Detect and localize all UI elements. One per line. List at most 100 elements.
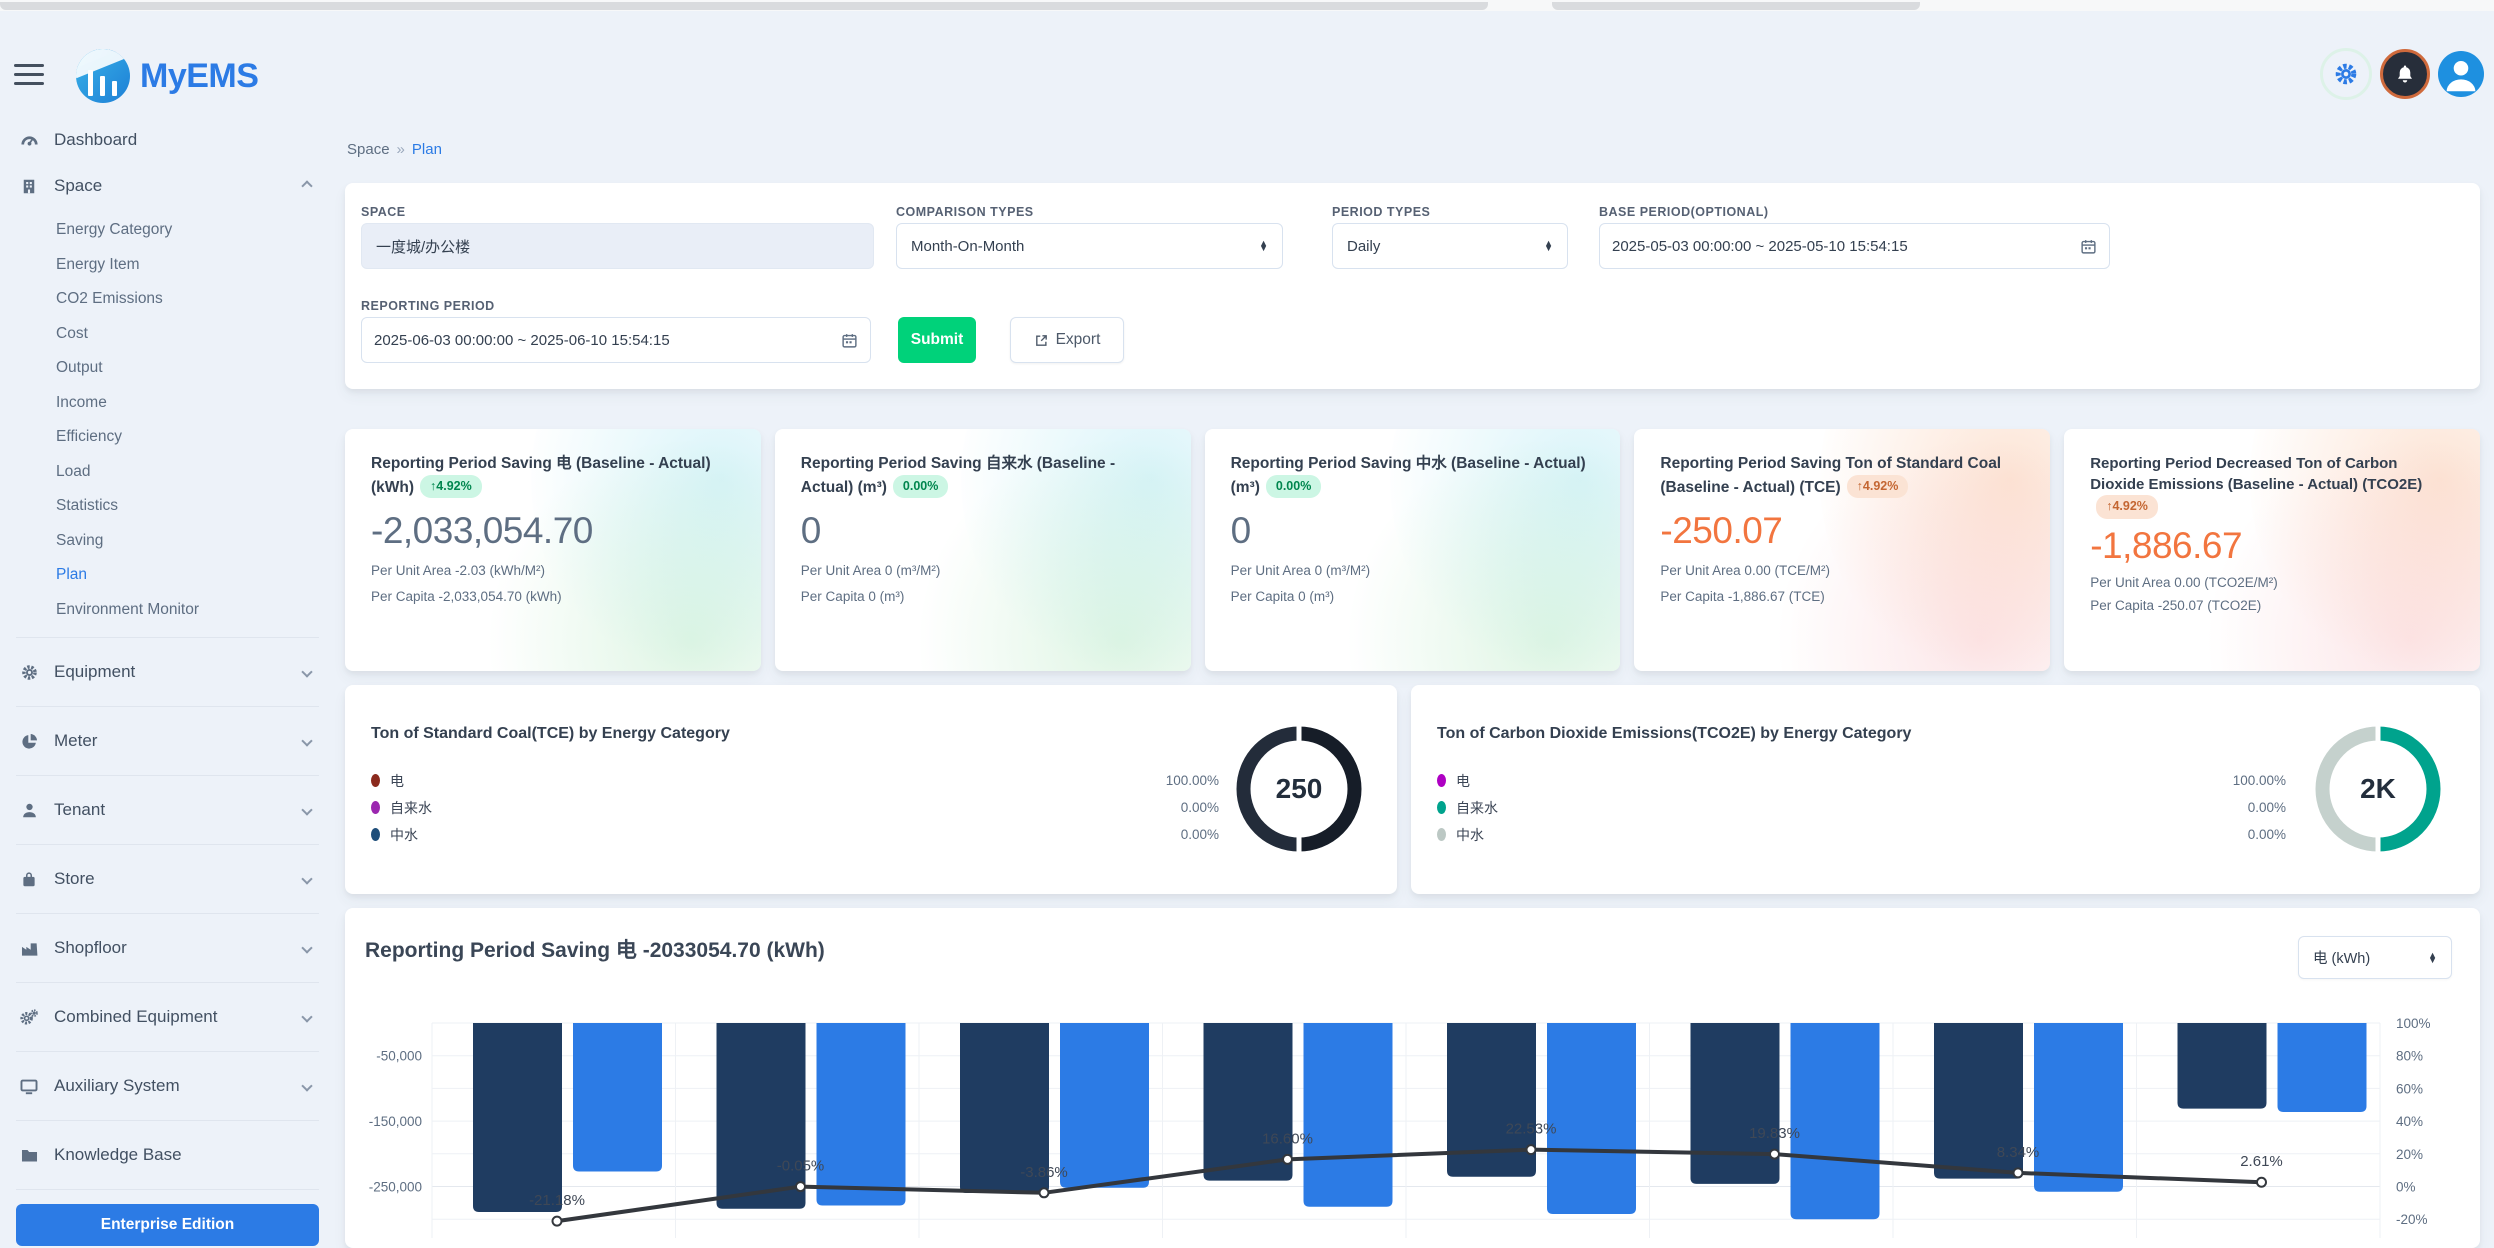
line-point-label: 22.53% bbox=[1506, 1121, 1557, 1138]
line-point-label: 16.60% bbox=[1262, 1130, 1313, 1147]
breadcrumb-page: Plan bbox=[412, 141, 442, 158]
legend-label[interactable]: 电 bbox=[1456, 771, 1470, 791]
bag-icon bbox=[16, 870, 42, 889]
chart-energy-select-value: 电 (kWh) bbox=[2313, 947, 2370, 968]
reporting-period-label: REPORTING PERIOD bbox=[361, 299, 495, 313]
chevron-down-icon bbox=[301, 873, 312, 884]
user-avatar[interactable] bbox=[2438, 51, 2484, 97]
comparison-types-select[interactable]: Month-On-Month ▲▼ bbox=[896, 223, 1283, 269]
tce-donut-chart[interactable]: 250 bbox=[1233, 723, 1365, 855]
line-point-label: 19.83% bbox=[1749, 1125, 1800, 1142]
sidebar-item-income[interactable]: Income bbox=[16, 386, 319, 421]
settings-button[interactable] bbox=[2320, 48, 2372, 100]
legend-label[interactable]: 中水 bbox=[1456, 825, 1484, 845]
kpi-per-unit-area: Per Unit Area 0.00 (TCE/M²) bbox=[1660, 563, 2024, 578]
kpi-per-unit-area: Per Unit Area -2.03 (kWh/M²) bbox=[371, 563, 735, 578]
kpi-card-reclaimed-water-saving: Reporting Period Saving 中水 (Baseline - A… bbox=[1205, 429, 1621, 671]
space-input[interactable] bbox=[361, 223, 874, 269]
bar-actual-5 bbox=[1791, 1023, 1880, 1219]
gear-icon bbox=[2333, 61, 2359, 87]
breadcrumb: Space»Plan bbox=[347, 141, 2480, 158]
kpi-per-unit-area: Per Unit Area 0 (m³/M²) bbox=[1231, 563, 1595, 578]
sidebar-item-energy-item[interactable]: Energy Item bbox=[16, 248, 319, 283]
legend-label[interactable]: 中水 bbox=[390, 825, 418, 845]
bar-actual-2 bbox=[1060, 1023, 1149, 1188]
enterprise-edition-button[interactable]: Enterprise Edition bbox=[16, 1204, 319, 1246]
kpi-badge: ↑4.92% bbox=[2096, 495, 2158, 519]
browser-tab-shape bbox=[1552, 2, 1920, 10]
reporting-period-input[interactable]: 2025-06-03 00:00:00 ~ 2025-06-10 15:54:1… bbox=[361, 317, 871, 363]
legend-percent: 0.00% bbox=[1089, 794, 1219, 821]
sidebar-item-label: Space bbox=[54, 176, 303, 196]
gauge-icon bbox=[16, 131, 42, 150]
sidebar-item-load[interactable]: Load bbox=[16, 455, 319, 490]
tco2e-donut-chart[interactable]: 2K bbox=[2312, 723, 2444, 855]
donut-center-value: 250 bbox=[1233, 723, 1365, 855]
bar-actual-7 bbox=[2278, 1023, 2367, 1112]
left-axis-tick: -250,000 bbox=[369, 1180, 422, 1195]
donut-center-value: 2K bbox=[2312, 723, 2444, 855]
chevron-down-icon bbox=[301, 735, 312, 746]
period-types-select[interactable]: Daily ▲▼ bbox=[1332, 223, 1568, 269]
sidebar-item-auxiliary-system[interactable]: Auxiliary System bbox=[16, 1051, 319, 1120]
donut-percent-column: 100.00% 0.00% 0.00% bbox=[1089, 767, 1219, 848]
notifications-button[interactable] bbox=[2380, 49, 2430, 99]
legend-label[interactable]: 自来水 bbox=[390, 798, 432, 818]
bell-icon bbox=[2393, 62, 2417, 86]
sidebar-item-energy-category[interactable]: Energy Category bbox=[16, 213, 319, 248]
breadcrumb-section[interactable]: Space bbox=[347, 141, 390, 158]
chevron-up-icon bbox=[301, 180, 312, 191]
base-period-input[interactable]: 2025-05-03 00:00:00 ~ 2025-05-10 15:54:1… bbox=[1599, 223, 2110, 269]
legend-dot bbox=[1437, 828, 1446, 841]
kpi-per-capita: Per Capita -250.07 (TCO2E) bbox=[2090, 598, 2454, 613]
kpi-per-capita: Per Capita 0 (m³) bbox=[1231, 589, 1595, 604]
calendar-icon bbox=[2080, 238, 2097, 255]
sidebar-item-equipment[interactable]: Equipment bbox=[16, 637, 319, 706]
sidebar-item-saving[interactable]: Saving bbox=[16, 524, 319, 559]
sidebar-item-plan[interactable]: Plan bbox=[16, 558, 319, 593]
sidebar-item-co2-emissions[interactable]: CO2 Emissions bbox=[16, 282, 319, 317]
sidebar-item-environment-monitor[interactable]: Environment Monitor bbox=[16, 593, 319, 628]
select-arrows-icon: ▲▼ bbox=[2428, 953, 2437, 963]
saving-bar-line-chart[interactable]: 100%80%60%40%20%0%-20%-50,000-150,000-25… bbox=[345, 1008, 2480, 1238]
sidebar-item-tenant[interactable]: Tenant bbox=[16, 775, 319, 844]
kpi-per-capita: Per Capita 0 (m³) bbox=[801, 589, 1165, 604]
legend-label[interactable]: 自来水 bbox=[1456, 798, 1498, 818]
sidebar-item-efficiency[interactable]: Efficiency bbox=[16, 420, 319, 455]
kpi-card-tce-saving: Reporting Period Saving Ton of Standard … bbox=[1634, 429, 2050, 671]
select-arrows-icon: ▲▼ bbox=[1259, 241, 1268, 251]
right-axis-tick: 80% bbox=[2396, 1049, 2423, 1064]
kpi-title: Reporting Period Decreased Ton of Carbon… bbox=[2090, 455, 2422, 493]
comparison-types-label: COMPARISON TYPES bbox=[896, 205, 1034, 219]
legend-percent: 100.00% bbox=[1089, 767, 1219, 794]
sidebar-item-statistics[interactable]: Statistics bbox=[16, 489, 319, 524]
sidebar-item-label: Store bbox=[54, 869, 303, 889]
brand-logo[interactable]: MyEMS bbox=[76, 49, 258, 103]
sidebar-item-output[interactable]: Output bbox=[16, 351, 319, 386]
sidebar-item-dashboard[interactable]: Dashboard bbox=[16, 117, 319, 163]
sidebar-item-meter[interactable]: Meter bbox=[16, 706, 319, 775]
pie-icon bbox=[16, 732, 42, 751]
sidebar-item-store[interactable]: Store bbox=[16, 844, 319, 913]
sidebar-item-shopfloor[interactable]: Shopfloor bbox=[16, 913, 319, 982]
right-axis-tick: -20% bbox=[2396, 1212, 2428, 1227]
legend-label[interactable]: 电 bbox=[390, 771, 404, 791]
kpi-card-water-saving: Reporting Period Saving 自来水 (Baseline - … bbox=[775, 429, 1191, 671]
sidebar-item-space[interactable]: Space bbox=[16, 163, 319, 209]
sidebar-item-combined-equipment[interactable]: Combined Equipment bbox=[16, 982, 319, 1051]
person-icon bbox=[16, 801, 42, 820]
hamburger-menu-icon[interactable] bbox=[14, 64, 44, 88]
kpi-per-capita: Per Capita -2,033,054.70 (kWh) bbox=[371, 589, 735, 604]
reporting-period-value: 2025-06-03 00:00:00 ~ 2025-06-10 15:54:1… bbox=[374, 332, 670, 349]
sidebar-item-knowledge-base[interactable]: Knowledge Base bbox=[16, 1120, 319, 1189]
line-point-3 bbox=[1283, 1155, 1292, 1164]
chevron-down-icon bbox=[301, 1080, 312, 1091]
gears-icon bbox=[16, 1008, 42, 1027]
kpi-value: -1,886.67 bbox=[2090, 525, 2454, 567]
sidebar-item-cost[interactable]: Cost bbox=[16, 317, 319, 352]
submit-button[interactable]: Submit bbox=[898, 317, 976, 363]
chart-energy-select[interactable]: 电 (kWh) ▲▼ bbox=[2298, 936, 2452, 979]
line-point-label: -21.18% bbox=[529, 1192, 585, 1209]
export-button[interactable]: Export bbox=[1010, 317, 1124, 363]
kpi-card-tco2e-decrease: Reporting Period Decreased Ton of Carbon… bbox=[2064, 429, 2480, 671]
